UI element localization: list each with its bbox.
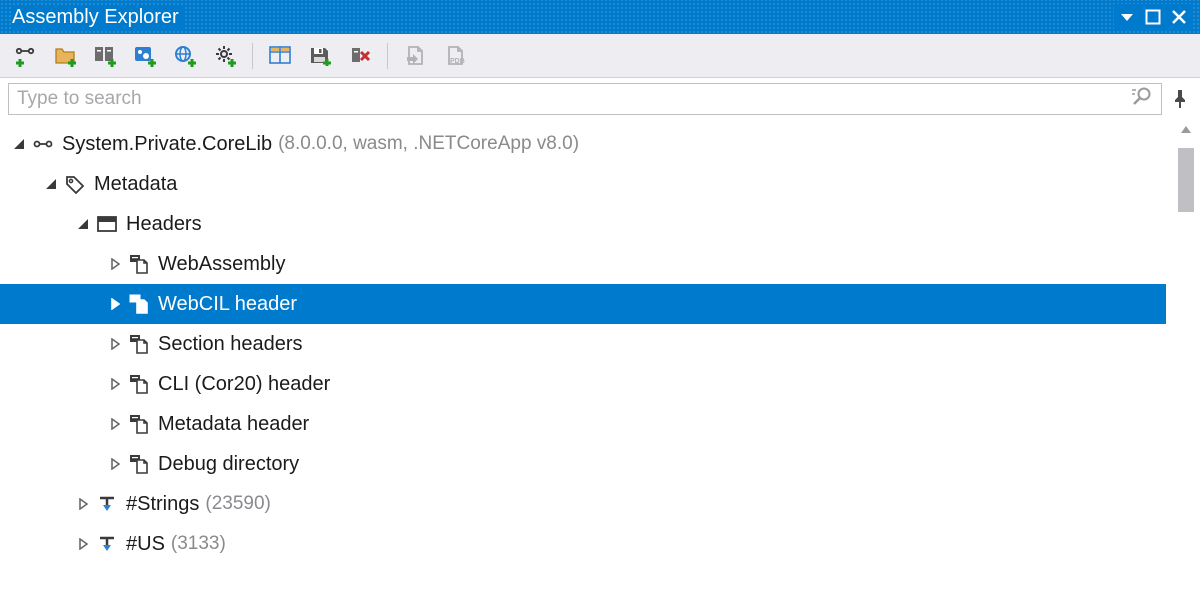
pdb-file-button[interactable]: PDB xyxy=(440,41,470,71)
tree-label: Headers xyxy=(126,213,202,236)
window-title: Assembly Explorer xyxy=(12,6,185,29)
expand-toggle[interactable] xyxy=(106,415,124,433)
expand-toggle[interactable] xyxy=(74,215,92,233)
export-file-button[interactable] xyxy=(400,41,430,71)
dropdown-button[interactable] xyxy=(1114,4,1140,30)
tree-label: CLI (Cor20) header xyxy=(158,373,330,396)
toolbar: PDB xyxy=(0,34,1200,78)
scroll-up-arrow[interactable] xyxy=(1180,124,1192,138)
close-button[interactable] xyxy=(1166,4,1192,30)
tree-label: System.Private.CoreLib xyxy=(62,133,272,156)
open-package-button[interactable] xyxy=(90,41,120,71)
scrollbar-thumb[interactable] xyxy=(1178,148,1194,212)
tree-count: (23590) xyxy=(205,493,271,515)
expand-toggle[interactable] xyxy=(10,135,28,153)
expand-toggle[interactable] xyxy=(106,455,124,473)
tree-item-assembly[interactable]: System.Private.CoreLib (8.0.0.0, wasm, .… xyxy=(0,124,1200,164)
tree-item-metadata-header[interactable]: Metadata header xyxy=(0,404,1200,444)
tree-label: #US xyxy=(126,533,165,556)
tree-label: WebAssembly xyxy=(158,253,285,276)
expand-toggle[interactable] xyxy=(74,495,92,513)
svg-text:PDB: PDB xyxy=(450,58,465,65)
tree-label: #Strings xyxy=(126,493,199,516)
assembly-icon xyxy=(32,133,54,155)
search-input[interactable]: Type to search xyxy=(8,83,1162,115)
expand-toggle[interactable] xyxy=(106,375,124,393)
expand-toggle[interactable] xyxy=(106,295,124,313)
toolbar-separator xyxy=(252,43,253,69)
document-icon xyxy=(128,413,150,435)
document-icon xyxy=(128,253,150,275)
stream-icon xyxy=(96,533,118,555)
tag-icon xyxy=(64,173,86,195)
search-icon xyxy=(1131,86,1153,112)
toolbar-separator xyxy=(387,43,388,69)
tree-count: (3133) xyxy=(171,533,226,555)
document-icon xyxy=(128,333,150,355)
maximize-button[interactable] xyxy=(1140,4,1166,30)
tree-item-headers[interactable]: Headers xyxy=(0,204,1200,244)
header-icon xyxy=(96,213,118,235)
open-assembly-button[interactable] xyxy=(10,41,40,71)
tree-label: Debug directory xyxy=(158,453,299,476)
tree-label: WebCIL header xyxy=(158,293,297,316)
tree: System.Private.CoreLib (8.0.0.0, wasm, .… xyxy=(0,120,1200,564)
tree-item-webcil-header[interactable]: WebCIL header xyxy=(0,284,1166,324)
save-button[interactable] xyxy=(305,41,335,71)
document-icon xyxy=(128,453,150,475)
expand-toggle[interactable] xyxy=(42,175,60,193)
search-placeholder: Type to search xyxy=(17,88,1123,110)
open-settings-button[interactable] xyxy=(210,41,240,71)
tree-item-section-headers[interactable]: Section headers xyxy=(0,324,1200,364)
title-bar: Assembly Explorer xyxy=(0,0,1200,34)
delete-button[interactable] xyxy=(345,41,375,71)
tree-area: System.Private.CoreLib (8.0.0.0, wasm, .… xyxy=(0,120,1200,600)
pin-button[interactable] xyxy=(1168,89,1192,109)
tree-item-webassembly[interactable]: WebAssembly xyxy=(0,244,1200,284)
document-icon xyxy=(128,293,150,315)
expand-toggle[interactable] xyxy=(106,255,124,273)
open-web-button[interactable] xyxy=(170,41,200,71)
document-icon xyxy=(128,373,150,395)
tree-item-us[interactable]: #US (3133) xyxy=(0,524,1200,564)
tree-item-cli-header[interactable]: CLI (Cor20) header xyxy=(0,364,1200,404)
tree-meta: (8.0.0.0, wasm, .NETCoreApp v8.0) xyxy=(278,133,579,155)
tree-label: Metadata header xyxy=(158,413,309,436)
expand-toggle[interactable] xyxy=(74,535,92,553)
tree-item-debug-directory[interactable]: Debug directory xyxy=(0,444,1200,484)
search-bar: Type to search xyxy=(0,78,1200,120)
open-nuget-button[interactable] xyxy=(130,41,160,71)
tree-item-metadata[interactable]: Metadata xyxy=(0,164,1200,204)
window-button[interactable] xyxy=(265,41,295,71)
tree-label: Metadata xyxy=(94,173,177,196)
open-folder-button[interactable] xyxy=(50,41,80,71)
expand-toggle[interactable] xyxy=(106,335,124,353)
stream-icon xyxy=(96,493,118,515)
tree-item-strings[interactable]: #Strings (23590) xyxy=(0,484,1200,524)
tree-label: Section headers xyxy=(158,333,303,356)
